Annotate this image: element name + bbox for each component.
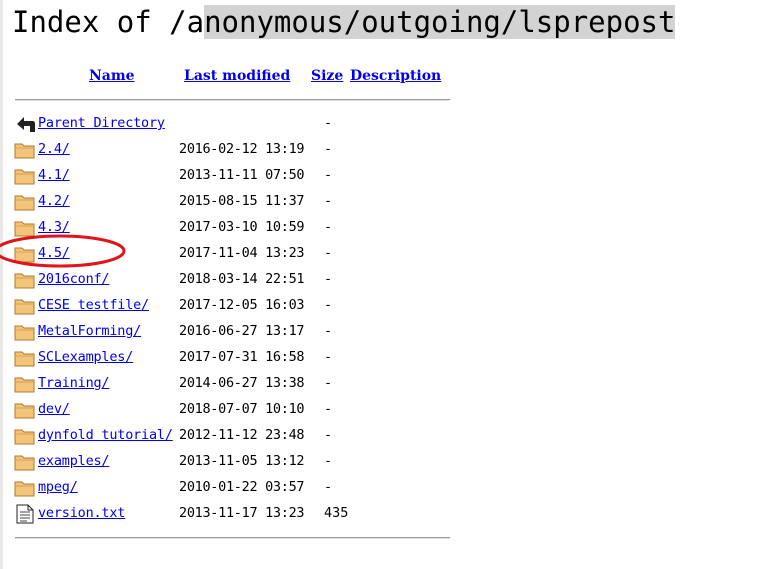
page-title-selection: nonymous/outgoing/lsprepost	[204, 5, 676, 39]
last-modified-value: 2010-01-22 03:57	[179, 479, 305, 495]
last-modified-value: 2015-08-15 11:37	[179, 193, 305, 209]
folder-icon[interactable]	[14, 478, 36, 498]
sort-by-name-link[interactable]: Name	[89, 68, 135, 84]
last-modified-value: 2013-11-17 13:23	[179, 505, 305, 521]
table-row: examples/2013-11-05 13:12 -	[14, 450, 454, 476]
folder-icon[interactable]	[14, 296, 36, 316]
table-row: 4.2/2015-08-15 11:37 -	[14, 190, 454, 216]
folder-icon[interactable]	[14, 452, 36, 472]
table-row: dev/2018-07-07 10:10 -	[14, 398, 454, 424]
file-link[interactable]: 4.1/	[38, 167, 70, 183]
file-link[interactable]: CESE testfile/	[38, 297, 149, 313]
last-modified-value: 2013-11-11 07:50	[179, 167, 305, 183]
table-row: version.txt 2013-11-17 13:23 435	[14, 502, 454, 528]
file-link[interactable]: Training/	[38, 375, 110, 391]
page-title: Index of /anonymous/outgoing/lsprepost	[12, 2, 676, 42]
red-circle-annotation	[0, 234, 126, 268]
folder-icon[interactable]	[14, 348, 36, 368]
file-link[interactable]: examples/	[38, 453, 110, 469]
size-value: -	[324, 219, 333, 235]
table-row: 2016conf/2018-03-14 22:51 -	[14, 268, 454, 294]
table-row: Training/2014-06-27 13:38 -	[14, 372, 454, 398]
last-modified-value: 2017-07-31 16:58	[179, 349, 305, 365]
file-link[interactable]: Parent Directory	[38, 115, 165, 131]
last-modified-value: 2012-11-12 23:48	[179, 427, 305, 443]
text-file-icon[interactable]	[14, 504, 36, 524]
size-value: -	[324, 401, 333, 417]
table-row: dynfold tutorial/2012-11-12 23:48 -	[14, 424, 454, 450]
file-link[interactable]: SCLexamples/	[38, 349, 133, 365]
file-link[interactable]: 2.4/	[38, 141, 70, 157]
last-modified-value: 2014-06-27 13:38	[179, 375, 305, 391]
table-row: MetalForming/2016-06-27 13:17 -	[14, 320, 454, 346]
size-value: -	[324, 193, 333, 209]
size-value: -	[324, 115, 333, 131]
file-link[interactable]: dev/	[38, 401, 70, 417]
table-row: 4.1/2013-11-11 07:50 -	[14, 164, 454, 190]
size-value: -	[324, 297, 333, 313]
last-modified-value: 2017-03-10 10:59	[179, 219, 305, 235]
size-value: -	[324, 323, 333, 339]
table-row: 2.4/2016-02-12 13:19 -	[14, 138, 454, 164]
file-link[interactable]: 4.2/	[38, 193, 70, 209]
sort-by-last-modified-link[interactable]: Last modified	[184, 68, 290, 84]
folder-icon[interactable]	[14, 140, 36, 160]
column-header-name[interactable]: Name	[89, 68, 135, 84]
file-link[interactable]: 2016conf/	[38, 271, 110, 287]
last-modified-value: 2018-07-07 10:10	[179, 401, 305, 417]
file-link[interactable]: dynfold tutorial/	[38, 427, 173, 443]
column-header-size[interactable]: Size	[311, 68, 343, 84]
folder-icon[interactable]	[14, 400, 36, 420]
table-row: Parent Directory -	[14, 112, 454, 138]
size-value: -	[324, 141, 333, 157]
header-divider	[15, 99, 450, 101]
size-value: -	[324, 245, 333, 261]
column-header-last-modified[interactable]: Last modified	[184, 68, 290, 84]
size-value: 435	[324, 505, 349, 521]
last-modified-value: 2018-03-14 22:51	[179, 271, 305, 287]
window-left-edge	[0, 0, 3, 569]
size-value: -	[324, 375, 333, 391]
last-modified-value: 2016-02-12 13:19	[179, 141, 305, 157]
last-modified-value: 2013-11-05 13:12	[179, 453, 305, 469]
size-value: -	[324, 349, 333, 365]
table-row: mpeg/2010-01-22 03:57 -	[14, 476, 454, 502]
size-value: -	[324, 167, 333, 183]
back-icon[interactable]	[14, 114, 36, 134]
size-value: -	[324, 271, 333, 287]
folder-icon[interactable]	[14, 166, 36, 186]
file-link[interactable]: version.txt	[38, 505, 125, 521]
page-title-plain: Index of /a	[12, 5, 205, 39]
folder-icon[interactable]	[14, 426, 36, 446]
folder-icon[interactable]	[14, 322, 36, 342]
column-header-description[interactable]: Description	[350, 68, 441, 84]
sort-by-size-link[interactable]: Size	[311, 68, 343, 84]
last-modified-value: 2017-12-05 16:03	[179, 297, 305, 313]
folder-icon[interactable]	[14, 374, 36, 394]
last-modified-value: 2016-06-27 13:17	[179, 323, 305, 339]
size-value: -	[324, 479, 333, 495]
table-row: CESE testfile/2017-12-05 16:03 -	[14, 294, 454, 320]
size-value: -	[324, 453, 333, 469]
file-link[interactable]: MetalForming/	[38, 323, 141, 339]
folder-icon[interactable]	[14, 192, 36, 212]
table-row: SCLexamples/2017-07-31 16:58 -	[14, 346, 454, 372]
size-value: -	[324, 427, 333, 443]
file-link[interactable]: mpeg/	[38, 479, 78, 495]
footer-divider	[15, 537, 450, 539]
last-modified-value: 2017-11-04 13:23	[179, 245, 305, 261]
folder-icon[interactable]	[14, 270, 36, 290]
sort-by-description-link[interactable]: Description	[350, 68, 441, 84]
